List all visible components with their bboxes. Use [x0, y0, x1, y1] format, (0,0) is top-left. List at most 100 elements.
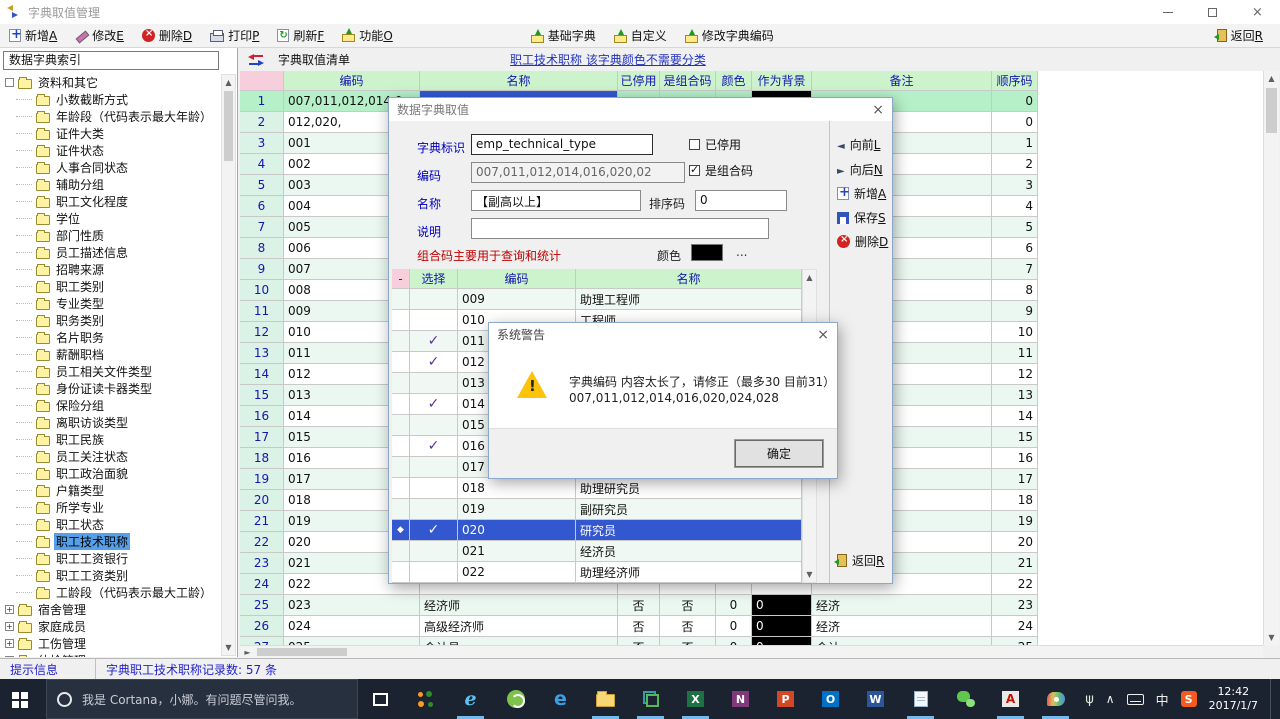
maximize-button[interactable] — [1190, 0, 1235, 24]
current-row-marker[interactable] — [392, 415, 410, 436]
row-number-cell[interactable]: 23 — [240, 553, 284, 574]
cell-note[interactable]: 经济 — [812, 616, 992, 637]
row-number-cell[interactable]: 5 — [240, 175, 284, 196]
tree-item[interactable]: 所学专业 — [2, 499, 220, 516]
sogou-icon[interactable]: S — [1181, 691, 1197, 707]
select-check-cell[interactable]: ✓ — [410, 331, 458, 352]
cell-seq[interactable]: 3 — [992, 175, 1038, 196]
cell-color[interactable]: 0 — [716, 616, 752, 637]
select-check-cell[interactable] — [410, 310, 458, 331]
tree-item[interactable]: 证件大类 — [2, 125, 220, 142]
current-row-marker[interactable] — [392, 457, 410, 478]
tree-item[interactable]: 证件状态 — [2, 142, 220, 159]
warning-close-icon[interactable]: × — [799, 327, 829, 343]
close-button[interactable]: × — [1235, 0, 1280, 24]
tree-item[interactable]: 小数截断方式 — [2, 91, 220, 108]
show-desktop-button[interactable] — [1270, 679, 1276, 719]
desc-input[interactable] — [471, 218, 769, 239]
combo-checkbox[interactable]: 是组合码 — [689, 162, 753, 179]
select-check-cell[interactable] — [410, 457, 458, 478]
tray-chevron-icon[interactable]: ∧ — [1106, 692, 1115, 706]
row-number-cell[interactable]: 10 — [240, 280, 284, 301]
prev-button[interactable]: 向前L — [837, 136, 880, 153]
tree-item[interactable]: 招聘来源 — [2, 261, 220, 278]
tree-item[interactable]: 职工文化程度 — [2, 193, 220, 210]
row-number-cell[interactable]: 11 — [240, 301, 284, 322]
powerpoint-icon[interactable]: P — [763, 679, 808, 719]
save-button[interactable]: 保存S — [837, 209, 886, 226]
row-number-cell[interactable]: 15 — [240, 385, 284, 406]
function-button[interactable]: 功能O — [333, 23, 401, 47]
row-number-cell[interactable]: 20 — [240, 490, 284, 511]
row-number-cell[interactable]: 26 — [240, 616, 284, 637]
add-button[interactable]: 新增A — [0, 24, 66, 48]
cell-seq[interactable]: 25 — [992, 637, 1038, 645]
row-number-cell[interactable]: 25 — [240, 595, 284, 616]
cell-seq[interactable]: 7 — [992, 259, 1038, 280]
tree-item[interactable]: 职工政治面貌 — [2, 465, 220, 482]
tree-root[interactable]: 资料和其它 — [2, 74, 220, 91]
clock[interactable]: 12:42 2017/1/7 — [1209, 685, 1258, 714]
ime-indicator[interactable]: 中 — [1156, 690, 1169, 709]
minimize-button[interactable] — [1145, 0, 1190, 24]
row-number-cell[interactable]: 27 — [240, 637, 284, 645]
select-check-cell[interactable]: ✓ — [410, 520, 458, 541]
select-check-cell[interactable] — [410, 478, 458, 499]
cortana-search-box[interactable]: 我是 Cortana，小娜。有问题尽管问我。 — [46, 679, 358, 719]
tree-item-collapsed[interactable]: +宿舍管理 — [2, 601, 220, 618]
tree-item-collapsed[interactable]: +体检管理 — [2, 652, 220, 657]
name-cell[interactable]: 经济员 — [576, 541, 802, 562]
grid-vertical-scrollbar[interactable]: ▲ ▼ — [1263, 71, 1279, 645]
print-button[interactable]: 打印P — [201, 24, 268, 48]
cell-seq[interactable]: 24 — [992, 616, 1038, 637]
checkbox-box[interactable] — [689, 139, 700, 150]
cell-seq[interactable]: 14 — [992, 406, 1038, 427]
tree-item[interactable]: 员工关注状态 — [2, 448, 220, 465]
code-cell[interactable]: 009 — [458, 289, 576, 310]
current-row-marker[interactable] — [392, 373, 410, 394]
cell-seq[interactable]: 4 — [992, 196, 1038, 217]
current-row-marker[interactable] — [392, 562, 410, 583]
file-explorer-icon[interactable] — [583, 679, 628, 719]
cell-color[interactable]: 0 — [716, 595, 752, 616]
task-view-icon[interactable] — [358, 679, 403, 719]
cell-seq[interactable]: 8 — [992, 280, 1038, 301]
next-button[interactable]: 向后N — [837, 161, 883, 178]
tree-item[interactable]: 职工民族 — [2, 431, 220, 448]
tree-item[interactable]: 保险分组 — [2, 397, 220, 414]
cell-seq[interactable]: 11 — [992, 343, 1038, 364]
expand-box[interactable]: + — [5, 605, 14, 614]
tree-item[interactable]: 部门性质 — [2, 227, 220, 244]
row-number-cell[interactable]: 22 — [240, 532, 284, 553]
cell-seq[interactable]: 18 — [992, 490, 1038, 511]
list-note-link[interactable]: 职工技术职称 该字典颜色不需要分类 — [510, 51, 706, 68]
cell-bg[interactable]: 0 — [752, 616, 812, 637]
name-input[interactable]: 【副高以上】 — [471, 190, 641, 211]
edit-button[interactable]: 修改E — [66, 24, 133, 48]
onenote-icon[interactable]: N — [718, 679, 763, 719]
tree-item[interactable]: 身份证读卡器类型 — [2, 380, 220, 397]
cell-stopped[interactable]: 否 — [618, 637, 660, 645]
tree-item[interactable]: 年龄段（代码表示最大年龄） — [2, 108, 220, 125]
refresh-button[interactable]: 刷新F — [268, 24, 333, 48]
scroll-down-icon[interactable]: ▼ — [1264, 630, 1279, 645]
current-row-marker[interactable] — [392, 436, 410, 457]
cell-seq[interactable]: 5 — [992, 217, 1038, 238]
row-number-cell[interactable]: 2 — [240, 112, 284, 133]
code-cell[interactable]: 022 — [458, 562, 576, 583]
code-cell[interactable]: 020 — [458, 520, 576, 541]
dialog-close-icon[interactable]: × — [854, 102, 884, 118]
start-button[interactable] — [0, 679, 46, 719]
expand-box[interactable]: + — [5, 639, 14, 648]
select-check-cell[interactable] — [410, 499, 458, 520]
notepad-icon[interactable] — [898, 679, 943, 719]
cell-seq[interactable]: 9 — [992, 301, 1038, 322]
tree-item[interactable]: 学位 — [2, 210, 220, 227]
row-number-cell[interactable]: 4 — [240, 154, 284, 175]
select-check-cell[interactable] — [410, 289, 458, 310]
cell-seq[interactable]: 6 — [992, 238, 1038, 259]
scroll-thumb[interactable] — [1266, 88, 1277, 133]
scroll-up-icon[interactable]: ▲ — [803, 270, 816, 285]
current-row-marker[interactable] — [392, 394, 410, 415]
select-check-cell[interactable] — [410, 541, 458, 562]
